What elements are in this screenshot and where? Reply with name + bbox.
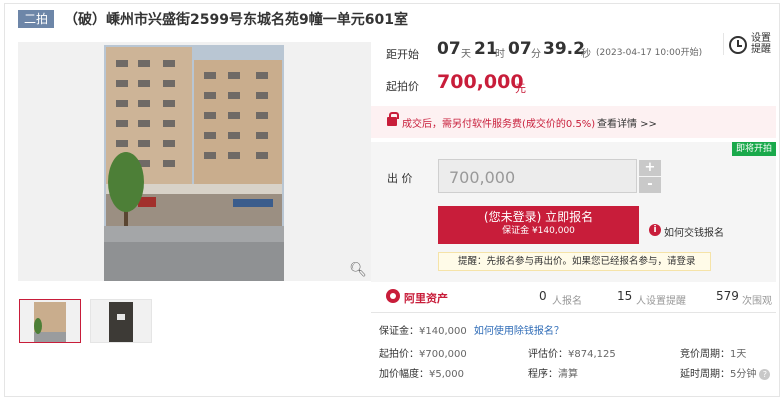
- start-price-value: 700,000: [437, 71, 524, 93]
- countdown-days: 07: [437, 39, 461, 59]
- countdown-hours-unit: 时: [495, 49, 505, 60]
- start-price-unit: 元: [515, 82, 526, 95]
- bid-price-input[interactable]: 700,000: [438, 159, 637, 193]
- delay-value: 5分钟: [730, 369, 757, 380]
- increase-button[interactable]: +: [639, 160, 661, 176]
- bid-label: 出 价: [387, 172, 413, 185]
- decrease-button[interactable]: -: [639, 177, 661, 193]
- procedure-value: 清算: [558, 369, 578, 380]
- start-price-key: 起拍价：: [379, 349, 419, 360]
- deposit-key: 保证金：: [379, 326, 419, 337]
- eval-price-key: 评估价：: [528, 349, 568, 360]
- increment-value: ¥5,000: [429, 369, 464, 380]
- increment-key: 加价幅度：: [379, 369, 429, 380]
- thumbnail-building-image: [20, 300, 80, 342]
- register-button-label: (您未登录) 立即报名: [483, 210, 594, 224]
- start-price-detail: ¥700,000: [419, 349, 467, 360]
- upcoming-badge: 即将开拍: [732, 142, 776, 156]
- delay-row: 延时周期：5分钟?: [680, 365, 771, 380]
- reminders-unit: 人设置提醒: [636, 296, 686, 307]
- thumbnail-1[interactable]: [19, 299, 81, 343]
- info-icon: i: [649, 224, 661, 236]
- view-details-link[interactable]: 查看详情 >>: [597, 115, 657, 130]
- start-price-label: 起拍价: [386, 80, 419, 93]
- countdown-days-unit: 天: [461, 49, 471, 60]
- views-unit: 次围观: [742, 296, 772, 307]
- service-fee-notice: 成交后，需另付软件服务费(成交价的0.5%) 查看详情 >>: [371, 106, 776, 138]
- bid-cycle-row: 竞价周期：1天: [680, 345, 746, 360]
- stats-divider: [371, 312, 776, 313]
- page-title: （破）嵊州市兴盛街2599号东城名苑9幢一单元601室: [64, 12, 408, 28]
- help-icon[interactable]: ?: [759, 368, 771, 380]
- thumbnail-2[interactable]: [90, 299, 152, 343]
- bid-cycle-key: 竞价周期：: [680, 349, 730, 360]
- eval-price-row: 评估价：¥874,125: [528, 345, 616, 360]
- login-tip: 提醒：先报名参与再出价。如果您已经报名参与，请登录: [438, 252, 711, 271]
- bid-cycle-value: 1天: [730, 349, 747, 360]
- deposit-value: ¥140,000: [419, 326, 467, 337]
- lock-icon: [387, 112, 399, 126]
- deposit-help-link[interactable]: 如何使用除钱报名？: [474, 326, 564, 337]
- set-reminder-button[interactable]: 设置提醒: [723, 33, 775, 55]
- countdown-minutes-unit: 分: [531, 49, 541, 60]
- countdown-seconds-unit: 秒: [581, 49, 591, 60]
- main-property-photo[interactable]: 🔍︎: [18, 42, 371, 281]
- zoom-icon[interactable]: 🔍︎: [349, 262, 367, 278]
- building-photo: [18, 42, 371, 281]
- signups-count: 0: [539, 289, 547, 303]
- countdown-seconds: 39.2: [543, 39, 585, 59]
- reminder-label: 设置提醒: [751, 33, 771, 55]
- views-count: 579: [716, 289, 739, 303]
- round-badge: 二拍: [18, 10, 55, 28]
- deposit-row: 保证金：¥140,000 如何使用除钱报名？: [379, 322, 564, 337]
- title-row: 二拍 （破）嵊州市兴盛街2599号东城名苑9幢一单元601室: [18, 9, 408, 29]
- procedure-key: 程序：: [528, 369, 558, 380]
- start-time: (2023-04-17 10:00开始): [596, 48, 703, 58]
- how-to-pay-link[interactable]: 如何交钱报名: [664, 224, 724, 239]
- countdown-label: 距开始: [386, 48, 419, 61]
- ali-assets-brand: 阿里资产: [404, 292, 448, 305]
- eval-price-value: ¥874,125: [568, 349, 616, 360]
- increment-row: 加价幅度：¥5,000: [379, 365, 464, 380]
- procedure-row: 程序：清算: [528, 365, 578, 380]
- ali-assets-logo-icon: [386, 289, 400, 303]
- register-deposit-label: 保证金 ¥140,000: [502, 226, 575, 236]
- signups-unit: 人报名: [552, 296, 582, 307]
- delay-key: 延时周期：: [680, 369, 730, 380]
- notice-text: 成交后，需另付软件服务费(成交价的0.5%): [402, 119, 596, 130]
- reminders-count: 15: [617, 289, 633, 303]
- countdown-minutes: 07: [508, 39, 532, 59]
- register-button[interactable]: (您未登录) 立即报名 保证金 ¥140,000: [438, 206, 639, 244]
- clock-icon: [729, 36, 747, 54]
- thumbnail-door-image: [91, 300, 151, 342]
- start-price-row: 起拍价：¥700,000: [379, 345, 467, 360]
